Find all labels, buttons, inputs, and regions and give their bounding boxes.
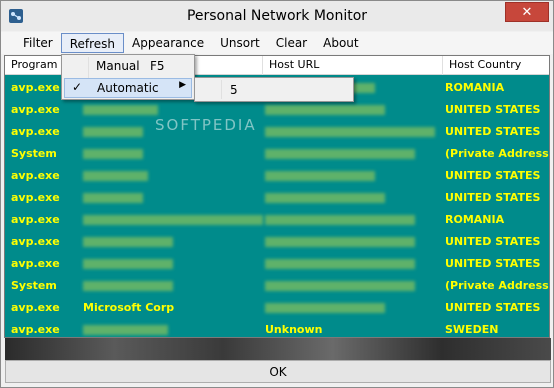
cell-owner: Microsoft Corp — [83, 301, 175, 314]
cell-host-country: (Private Address) — [445, 147, 550, 160]
cell-host-country: UNITED STATES — [445, 125, 541, 138]
submenu-item-5[interactable]: 5 — [230, 83, 238, 97]
title-bar: Personal Network Monitor ✕ — [1, 1, 553, 31]
cell-host-country: UNITED STATES — [445, 301, 541, 314]
cell-program: avp.exe — [11, 125, 60, 138]
column-header-host-country[interactable]: Host Country — [443, 56, 549, 75]
check-icon: ✓ — [72, 80, 83, 94]
redacted-host-url — [265, 281, 415, 291]
table-row[interactable]: avp.exe UNITED STATES — [5, 253, 549, 275]
table-row[interactable]: avp.exe UNITED STATES — [5, 99, 549, 121]
cell-host-country: UNITED STATES — [445, 257, 541, 270]
menu-item-label: Automatic — [97, 81, 159, 95]
table-row[interactable]: System (Private Address) — [5, 275, 549, 297]
cell-host-country: UNITED STATES — [445, 103, 541, 116]
close-icon: ✕ — [521, 4, 533, 20]
redacted-owner — [83, 127, 143, 137]
cell-host-country: UNITED STATES — [445, 235, 541, 248]
watermark-text: SOFTPEDIA — [155, 116, 257, 134]
redacted-owner — [83, 149, 143, 159]
table-row[interactable]: avp.exe UNITED STATES — [5, 121, 549, 143]
column-header-host-url[interactable]: Host URL — [263, 56, 443, 75]
table-row[interactable]: avp.exe UNITED STATES — [5, 187, 549, 209]
menu-unsort[interactable]: Unsort — [212, 33, 268, 53]
redacted-host-url — [265, 259, 415, 269]
redacted-host-url — [265, 149, 415, 159]
redacted-owner — [83, 325, 168, 335]
cell-program: System — [11, 147, 57, 160]
menu-item-label: Manual — [96, 59, 140, 73]
menu-refresh[interactable]: Refresh — [60, 33, 125, 53]
cell-program: System — [11, 279, 57, 292]
cell-program: avp.exe — [11, 323, 60, 336]
cell-host-country: ROMANIA — [445, 213, 505, 226]
close-button[interactable]: ✕ — [505, 2, 549, 22]
cell-program: avp.exe — [11, 169, 60, 182]
redacted-owner — [83, 171, 148, 181]
window-title: Personal Network Monitor — [186, 8, 368, 24]
menu-gutter — [221, 80, 222, 99]
redacted-owner — [83, 105, 158, 115]
cell-program: avp.exe — [11, 213, 60, 226]
submenu-arrow-icon: ▶ — [179, 80, 186, 90]
cell-program: avp.exe — [11, 257, 60, 270]
table-row[interactable]: avp.exe Unknown SWEDEN — [5, 319, 549, 337]
ok-button[interactable]: OK — [5, 360, 551, 383]
menu-item-manual[interactable]: Manual F5 — [64, 57, 192, 77]
redacted-host-url — [265, 215, 415, 225]
table-row[interactable]: avp.exe UNITED STATES — [5, 165, 549, 187]
redacted-host-url — [265, 127, 435, 137]
cell-program: avp.exe — [11, 301, 60, 314]
menu-appearance[interactable]: Appearance — [124, 33, 212, 53]
cell-host-url: Unknown — [265, 323, 323, 336]
menu-about[interactable]: About — [315, 33, 366, 53]
redacted-owner — [83, 237, 173, 247]
cell-program: avp.exe — [11, 103, 60, 116]
redacted-host-url — [265, 303, 385, 313]
menu-item-shortcut: F5 — [150, 59, 165, 73]
image-strip — [5, 338, 551, 360]
cell-host-country: UNITED STATES — [445, 169, 541, 182]
table-row[interactable]: avp.exe UNITED STATES — [5, 231, 549, 253]
refresh-menu: Manual F5 ✓ Automatic ▶ — [61, 54, 195, 100]
redacted-host-url — [265, 193, 385, 203]
automatic-submenu: 5 — [194, 77, 354, 102]
redacted-owner — [83, 259, 173, 269]
redacted-owner — [83, 215, 263, 225]
cell-host-country: ROMANIA — [445, 81, 505, 94]
cell-program: avp.exe — [11, 235, 60, 248]
redacted-host-url — [265, 105, 385, 115]
app-window: Personal Network Monitor ✕ Filter Refres… — [0, 0, 554, 388]
redacted-owner — [83, 281, 173, 291]
menu-item-automatic[interactable]: ✓ Automatic ▶ — [64, 78, 192, 98]
cell-host-country: UNITED STATES — [445, 191, 541, 204]
cell-host-country: SWEDEN — [445, 323, 499, 336]
redacted-owner — [83, 193, 143, 203]
cell-program: avp.exe — [11, 81, 60, 94]
table-row[interactable]: avp.exe ROMANIA — [5, 209, 549, 231]
cell-host-country: (Private Address) — [445, 279, 550, 292]
table-row[interactable]: avp.exe Microsoft Corp UNITED STATES — [5, 297, 549, 319]
menu-bar: Filter Refresh Appearance Unsort Clear A… — [1, 32, 553, 54]
menu-filter[interactable]: Filter — [15, 33, 61, 53]
redacted-host-url — [265, 171, 375, 181]
menu-clear[interactable]: Clear — [268, 33, 315, 53]
table-row[interactable]: System (Private Address) — [5, 143, 549, 165]
redacted-host-url — [265, 237, 415, 247]
cell-program: avp.exe — [11, 191, 60, 204]
